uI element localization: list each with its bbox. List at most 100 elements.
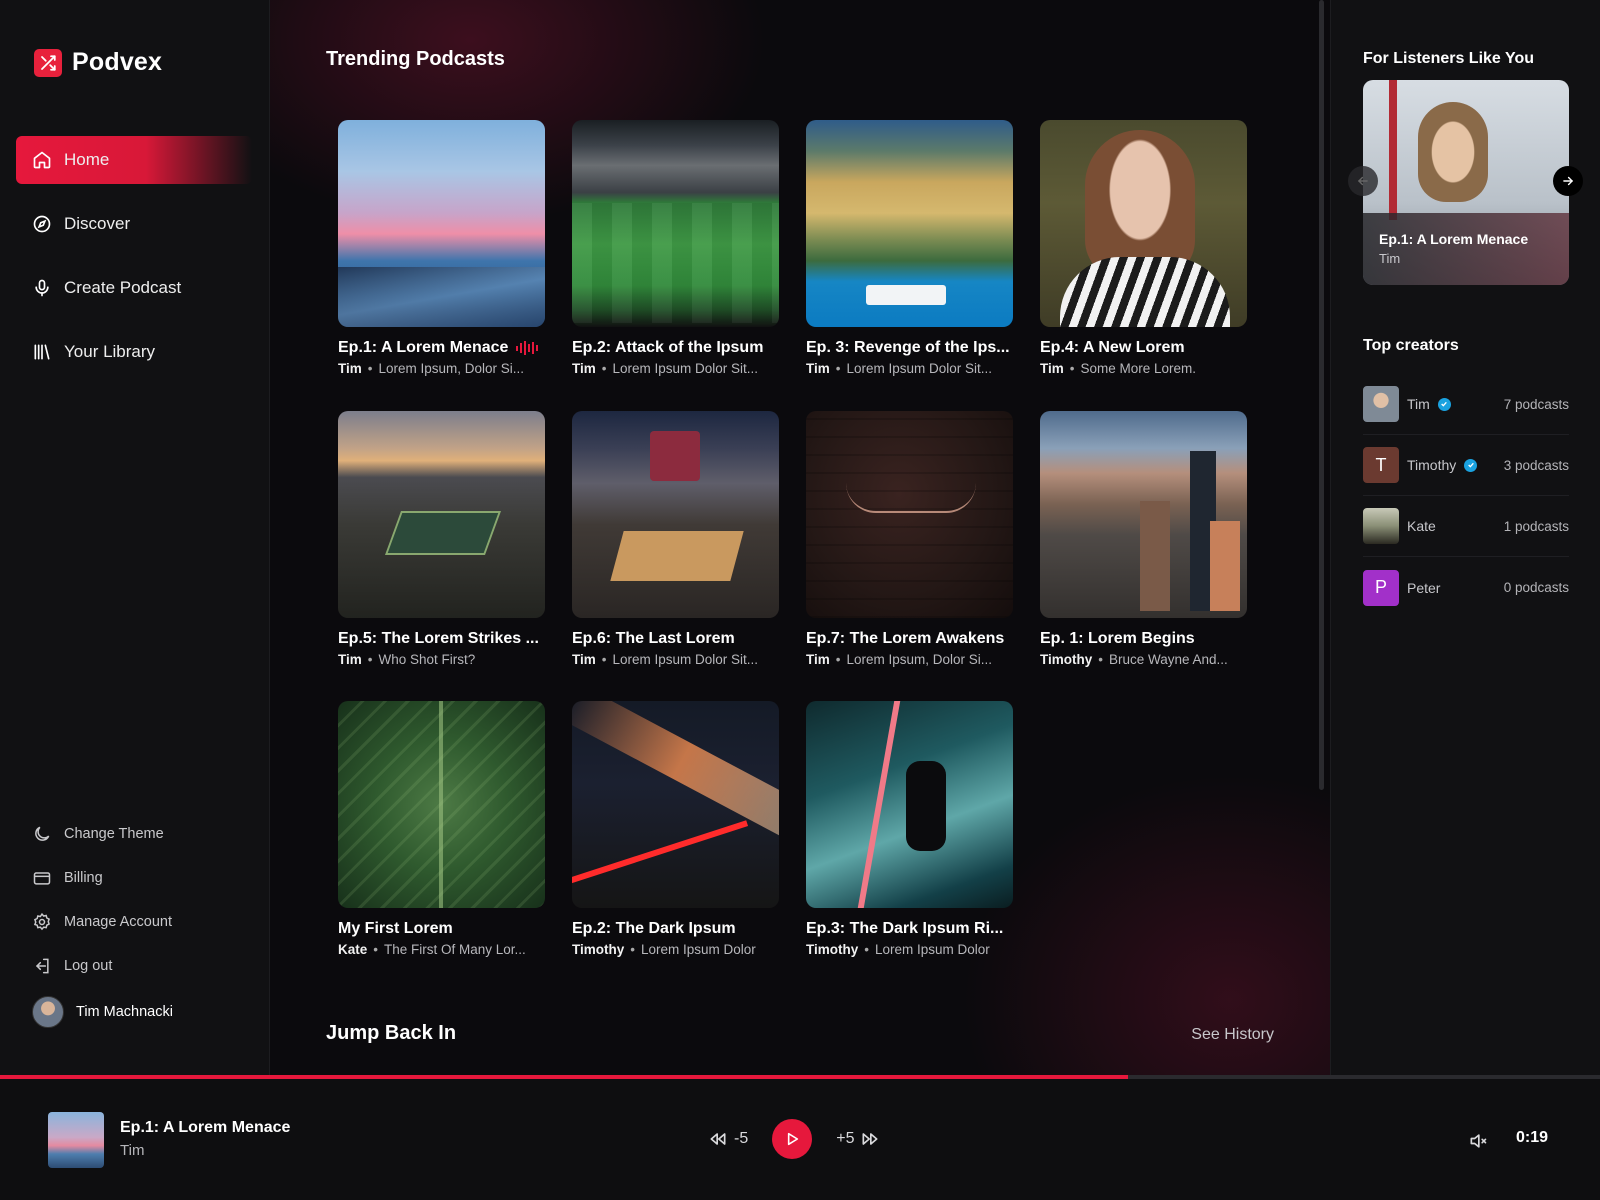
featured-cover-image [1418,102,1488,202]
podcast-card[interactable]: Ep.2: Attack of the Ipsum Tim • Lorem Ipsu… [572,120,779,376]
play-button[interactable] [772,1119,813,1159]
sub-nav-label: Log out [64,958,113,974]
featured-title: Ep.1: A Lorem Menace [1379,231,1529,247]
podcast-desc: Lorem Ipsum, Dolor Si... [846,652,993,667]
verified-icon [1437,397,1451,411]
user-profile[interactable]: Tim Machnacki [32,996,173,1028]
credit-card-icon [33,872,51,885]
now-playing-cover [48,1112,104,1168]
creator-row[interactable]: P Peter 0 podcasts [1363,557,1569,618]
section-title-trending: Trending Podcasts [326,48,505,70]
podcast-card[interactable]: Ep.6: The Last Lorem Tim • Lorem Ipsum Dol… [572,411,779,667]
moon-icon [35,826,50,841]
podcast-card[interactable]: Ep.3: The Dark Ipsum Ri... Timothy • Lorem… [806,701,1013,957]
gear-icon [33,912,51,931]
verified-icon [1464,458,1478,472]
top-creators-list: Tim 7 podcasts T Timothy 3 podcasts Kate… [1363,374,1569,618]
rewind-button[interactable]: -5 [708,1129,748,1149]
podcast-title: Ep.2: The Dark Ipsum [572,920,736,937]
log-out-link[interactable]: Log out [32,944,252,988]
creator-name: Kate [1407,518,1436,534]
now-playing-author: Tim [120,1142,145,1159]
podcast-author: Kate [338,942,368,957]
podcast-cover [806,701,1013,908]
creator-row[interactable]: T Timothy 3 podcasts [1363,435,1569,496]
creator-podcast-count: 1 podcasts [1503,518,1569,534]
avatar [1363,508,1399,544]
player-bar: Ep.1: A Lorem Menace Tim -5 +5 0:19 [0,1079,1600,1200]
podcast-card[interactable]: Ep. 1: Lorem Begins Timothy • Bruce Wayne … [1040,411,1247,667]
featured-author: Tim [1379,251,1401,266]
logout-icon [35,958,49,974]
sub-nav-label: Manage Account [64,914,173,930]
rewind-label: -5 [734,1130,749,1147]
podcast-card[interactable]: Ep.4: A New Lorem Tim • Some More Lorem. [1040,120,1247,376]
podcast-author: Tim [1040,361,1064,376]
see-history-link[interactable]: See History [1191,1026,1274,1044]
manage-account-link[interactable]: Manage Account [32,900,252,944]
podcast-card[interactable]: My First Lorem Kate • The First Of Many Lo… [338,701,545,957]
arrow-left-icon [1357,176,1368,186]
nav-label: Discover [64,214,131,233]
podcast-author: Tim [338,361,362,376]
podcast-desc: Lorem Ipsum, Dolor Si... [378,361,525,376]
shuffle-logo-icon [34,48,62,77]
podcast-title: Ep.6: The Last Lorem [572,630,735,647]
avatar: P [1363,569,1399,606]
featured-episode-card[interactable]: Ep.1: A Lorem Menace Tim [1363,80,1569,285]
scrollbar[interactable] [1319,0,1324,790]
podcast-cover [338,411,545,618]
nav-item-home[interactable]: Home [16,136,252,184]
user-name: Tim Machnacki [76,1004,173,1020]
creator-row[interactable]: Kate 1 podcasts [1363,496,1569,557]
creator-name: Timothy [1407,457,1457,473]
microphone-icon [35,279,49,297]
creator-podcast-count: 7 podcasts [1503,396,1569,412]
podcast-desc: Some More Lorem. [1080,361,1197,376]
podcast-author: Tim [806,361,830,376]
podcast-cover [1040,411,1247,618]
podcast-cover [572,120,779,327]
podcast-card[interactable]: Ep. 3: Revenge of the Ips... Tim • Lorem I… [806,120,1013,376]
nav-item-your-library[interactable]: Your Library [16,328,252,376]
podcast-title: Ep.2: Attack of the Ipsum [572,339,764,356]
sub-nav-label: Billing [64,870,103,886]
podcast-desc: Lorem Ipsum Dolor Sit... [612,361,759,376]
for-listeners-title: For Listeners Like You [1363,50,1535,67]
change-theme-link[interactable]: Change Theme [32,812,252,856]
carousel-prev-button[interactable] [1348,166,1378,196]
sub-nav-label: Change Theme [64,826,164,842]
nav-label: Create Podcast [64,278,182,297]
podcast-card[interactable]: Ep.1: A Lorem Menace Tim • Lorem Ipsum, Do… [338,120,545,376]
podcast-card[interactable]: Ep.5: The Lorem Strikes ... Tim • Who Shot… [338,411,545,667]
library-icon [34,344,50,360]
creator-podcast-count: 0 podcasts [1503,580,1569,595]
app-logo[interactable]: Podvex [34,48,162,77]
nav-item-discover[interactable]: Discover [16,200,252,248]
podcast-cover [572,411,779,618]
volume-muted-icon [1470,1134,1487,1148]
podcast-desc: Lorem Ipsum Dolor Sit... [612,652,759,667]
podcast-cover [338,701,545,908]
creator-row[interactable]: Tim 7 podcasts [1363,374,1569,435]
podcast-title: Ep.4: A New Lorem [1040,339,1185,356]
mute-button[interactable] [1468,1131,1488,1156]
nav-label: Your Library [64,342,156,361]
main-content: Trending Podcasts Ep.1: A Lorem Menace T… [270,0,1330,1075]
podcast-cover [572,701,779,908]
podcast-author: Timothy [1040,652,1093,667]
podcast-author: Tim [572,652,596,667]
podcast-author: Tim [338,652,362,667]
nav-item-create-podcast[interactable]: Create Podcast [16,264,252,312]
podcast-title: Ep.7: The Lorem Awakens [806,630,1005,647]
carousel-next-button[interactable] [1553,166,1583,196]
section-title-jump-back-in: Jump Back In [326,1022,457,1044]
podcast-card[interactable]: Ep.2: The Dark Ipsum Timothy • Lorem Ipsum… [572,701,779,957]
billing-link[interactable]: Billing [32,856,252,900]
now-playing-icon [516,341,539,355]
podcast-desc: Who Shot First? [378,652,476,667]
sidebar: Podvex Home Discover Create Podcast Your… [0,0,270,1075]
forward-button[interactable]: +5 [836,1129,880,1149]
podcast-card[interactable]: Ep.7: The Lorem Awakens Tim • Lorem Ipsum,… [806,411,1013,667]
podcast-title: Ep.5: The Lorem Strikes ... [338,630,539,647]
